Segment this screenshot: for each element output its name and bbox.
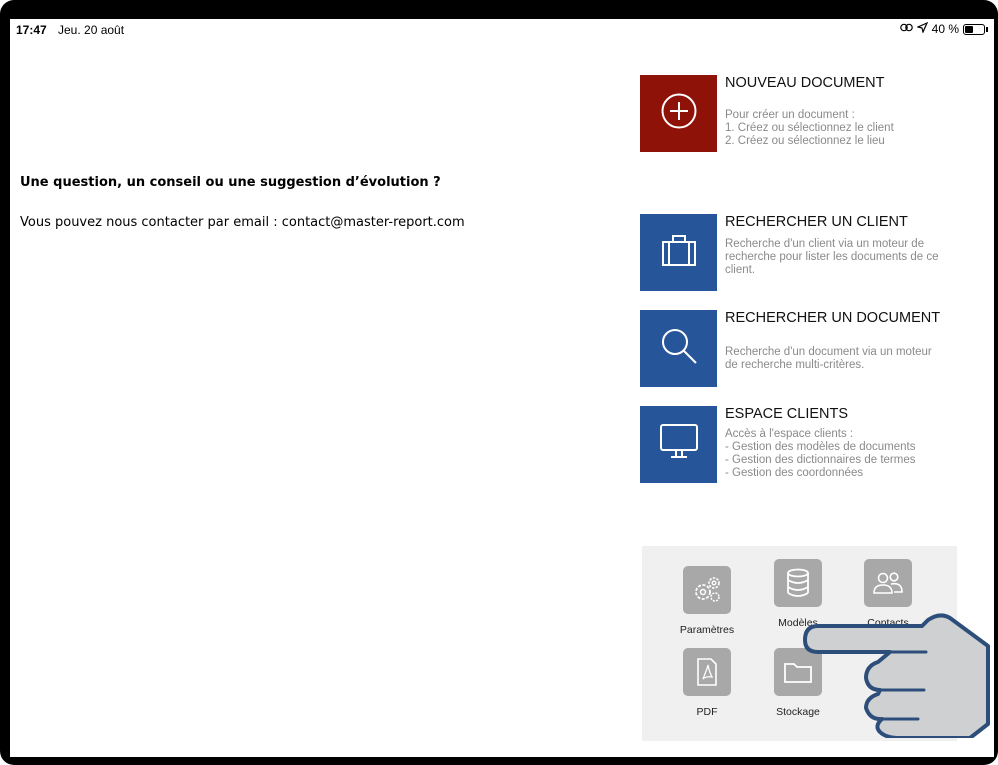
search-client-tile[interactable] bbox=[640, 214, 717, 291]
new-document-desc: Pour créer un document : 1. Créez ou sél… bbox=[725, 109, 975, 148]
new-document-desc-line: 1. Créez ou sélectionnez le client bbox=[725, 122, 894, 134]
hand-pointer-icon bbox=[803, 613, 990, 738]
client-space-desc: Accès à l'espace clients : - Gestion des… bbox=[725, 428, 975, 480]
status-bar: 17:47 Jeu. 20 août 40 % bbox=[10, 19, 994, 39]
parametres-button[interactable]: Paramètres bbox=[662, 566, 752, 636]
pdf-button[interactable]: PDF bbox=[662, 648, 752, 718]
battery-percent: 40 % bbox=[931, 22, 959, 36]
search-client-title[interactable]: RECHERCHER UN CLIENT bbox=[725, 214, 908, 230]
screen-lock-icon bbox=[899, 22, 913, 36]
search-document-tile[interactable] bbox=[640, 310, 717, 387]
status-date: Jeu. 20 août bbox=[58, 23, 125, 37]
location-icon bbox=[915, 21, 928, 36]
plus-circle-icon bbox=[660, 92, 698, 135]
magnifier-icon bbox=[659, 326, 699, 371]
new-document-desc-line: 2. Créez ou sélectionnez le lieu bbox=[725, 135, 885, 147]
search-client-desc: Recherche d'un client via un moteur de r… bbox=[725, 238, 975, 277]
search-document-desc-line: de recherche multi-critères. bbox=[725, 359, 865, 371]
search-client-desc-line: recherche pour lister les documents de c… bbox=[725, 251, 939, 263]
search-document-title[interactable]: RECHERCHER UN DOCUMENT bbox=[725, 310, 940, 326]
status-indicators: 40 % bbox=[899, 21, 988, 36]
client-space-tile[interactable] bbox=[640, 406, 717, 483]
contact-line: Vous pouvez nous contacter par email : c… bbox=[20, 215, 465, 230]
client-space-desc-line: - Gestion des dictionnaires de termes bbox=[725, 454, 916, 466]
search-client-desc-line: client. bbox=[725, 264, 756, 276]
search-document-desc-line: Recherche d'un document via un moteur bbox=[725, 346, 932, 358]
pdf-file-icon bbox=[683, 648, 731, 696]
briefcase-icon bbox=[661, 233, 697, 272]
battery-icon bbox=[963, 23, 985, 35]
pdf-label: PDF bbox=[696, 706, 718, 718]
gears-icon bbox=[683, 566, 731, 614]
search-document-desc: Recherche d'un document via un moteur de… bbox=[725, 346, 975, 372]
new-document-title[interactable]: NOUVEAU DOCUMENT bbox=[725, 75, 885, 91]
monitor-icon bbox=[659, 423, 699, 466]
client-space-desc-line: - Gestion des modèles de documents bbox=[725, 441, 916, 453]
client-space-desc-line: Accès à l'espace clients : bbox=[725, 428, 854, 440]
new-document-desc-line: Pour créer un document : bbox=[725, 109, 855, 121]
new-document-tile[interactable] bbox=[640, 75, 717, 152]
client-space-title[interactable]: ESPACE CLIENTS bbox=[725, 406, 848, 422]
contact-question: Une question, un conseil ou une suggesti… bbox=[20, 175, 441, 190]
client-space-desc-line: - Gestion des coordonnées bbox=[725, 467, 864, 479]
search-client-desc-line: Recherche d'un client via un moteur de bbox=[725, 238, 925, 250]
parametres-label: Paramètres bbox=[679, 624, 735, 636]
status-time: 17:47 bbox=[16, 23, 47, 37]
battery-tip bbox=[986, 26, 988, 32]
